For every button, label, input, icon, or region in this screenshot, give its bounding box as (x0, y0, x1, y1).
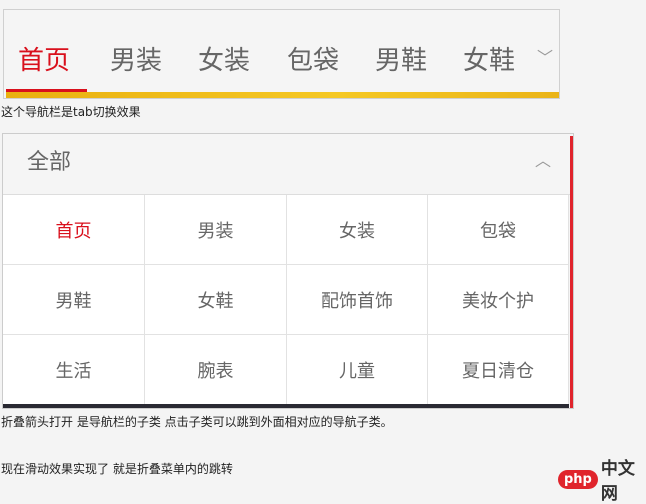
tab-nav-bar: 首页 男装 女装 包袋 男鞋 女鞋 ﹀ (3, 9, 560, 99)
category-item[interactable]: 男装 (145, 195, 287, 265)
background-image-strip (3, 404, 569, 408)
logo-php: php (558, 469, 598, 489)
category-item[interactable]: 女装 (287, 195, 428, 265)
category-grid: 首页 男装 女装 包袋 男鞋 女鞋 配饰首饰 美妆个护 生活 腕表 儿童 夏日清… (3, 195, 569, 405)
category-item[interactable]: 夏日清仓 (428, 335, 569, 405)
tab-womenswear[interactable]: 女装 (184, 40, 264, 77)
logo-cn: 中文网 (600, 459, 635, 504)
category-item[interactable]: 男鞋 (3, 265, 145, 335)
tab-bags[interactable]: 包袋 (273, 40, 353, 77)
category-item[interactable]: 包袋 (428, 195, 569, 265)
category-item[interactable]: 配饰首饰 (287, 265, 428, 335)
php-cn-logo: php 中文网 (558, 454, 646, 504)
caption-2: 折叠箭头打开 是导航栏的子类 点击子类可以跳到外面相对应的导航子类。 (1, 415, 393, 429)
category-item[interactable]: 女鞋 (145, 265, 287, 335)
category-item[interactable]: 腕表 (145, 335, 287, 405)
category-panel: 全部 ︿ 首页 男装 女装 包袋 男鞋 女鞋 配饰首饰 美妆个护 生活 腕表 儿… (2, 133, 574, 409)
tab-home[interactable]: 首页 (4, 40, 84, 77)
panel-header[interactable]: 全部 ︿ (3, 134, 573, 195)
category-item[interactable]: 美妆个护 (428, 265, 569, 335)
caption-3: 现在滑动效果实现了 就是折叠菜单内的跳转 (1, 462, 233, 476)
red-edge (570, 136, 573, 408)
chevron-down-icon[interactable]: ﹀ (537, 44, 553, 68)
tab-mens-shoes[interactable]: 男鞋 (361, 40, 441, 77)
active-tab-indicator (6, 89, 87, 92)
category-item[interactable]: 生活 (3, 335, 145, 405)
panel-title: 全部 (27, 150, 72, 175)
caption-1: 这个导航栏是tab切换效果 (1, 105, 141, 119)
yellow-bar (6, 92, 559, 98)
category-item[interactable]: 首页 (3, 195, 145, 265)
category-item[interactable]: 儿童 (287, 335, 428, 405)
tab-menswear[interactable]: 男装 (96, 40, 176, 77)
tab-womens-shoes[interactable]: 女鞋 (449, 40, 529, 77)
chevron-up-icon[interactable]: ︿ (535, 147, 551, 171)
